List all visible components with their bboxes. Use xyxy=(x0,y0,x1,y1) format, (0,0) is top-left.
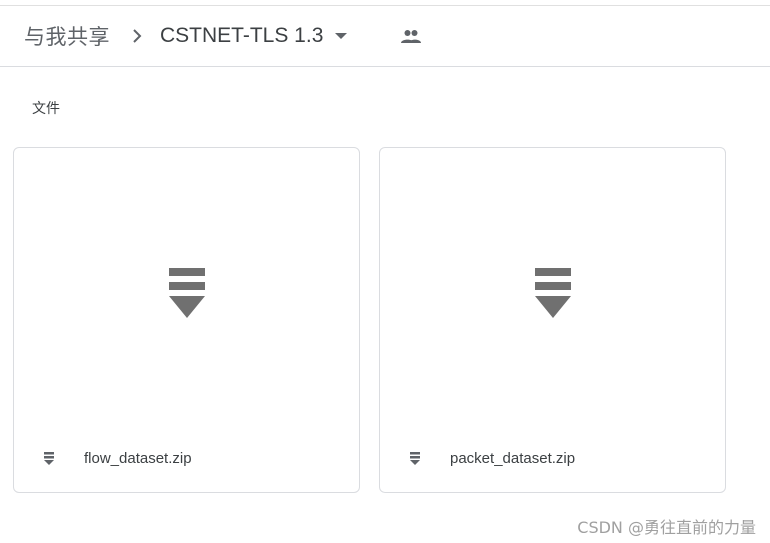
breadcrumb: 与我共享 CSTNET-TLS 1.3 xyxy=(24,6,348,66)
file-card-flow-dataset[interactable]: flow_dataset.zip xyxy=(13,147,360,493)
chevron-right-icon xyxy=(122,6,152,66)
csdn-watermark: CSDN @勇往直前的力量 xyxy=(577,518,756,537)
file-card-footer: packet_dataset.zip xyxy=(380,430,725,492)
file-card-packet-dataset[interactable]: packet_dataset.zip xyxy=(379,147,726,493)
zip-file-icon xyxy=(410,452,420,466)
current-folder-name: CSTNET-TLS 1.3 xyxy=(160,24,324,47)
page-header: 与我共享 CSTNET-TLS 1.3 xyxy=(0,6,770,67)
people-icon[interactable] xyxy=(399,25,423,49)
file-name: flow_dataset.zip xyxy=(84,450,192,467)
file-name: packet_dataset.zip xyxy=(450,450,576,467)
zip-file-icon xyxy=(535,268,571,320)
breadcrumb-root-shared-with-me[interactable]: 与我共享 xyxy=(24,21,110,51)
file-card-footer: flow_dataset.zip xyxy=(14,430,359,492)
files-section-label: 文件 xyxy=(32,101,60,117)
caret-down-icon xyxy=(335,33,348,39)
current-folder-dropdown[interactable]: CSTNET-TLS 1.3 xyxy=(160,24,348,48)
zip-file-icon xyxy=(169,268,205,320)
file-preview xyxy=(380,148,725,430)
zip-file-icon xyxy=(44,452,54,466)
file-preview xyxy=(14,148,359,430)
